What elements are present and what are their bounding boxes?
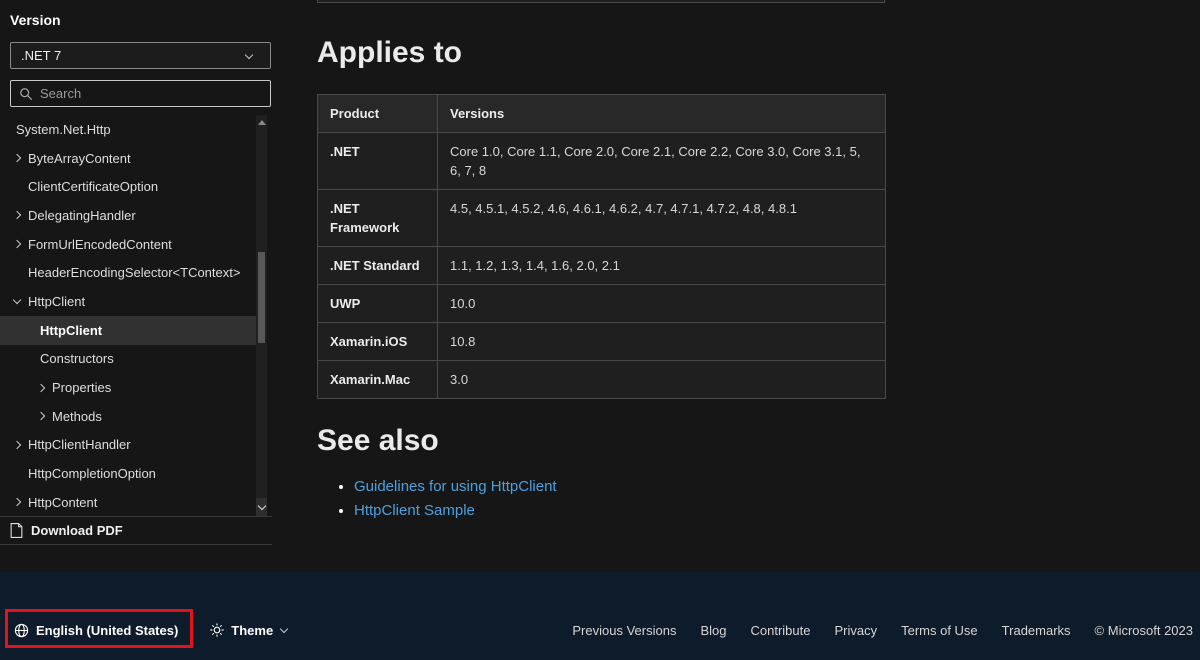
search-icon xyxy=(20,87,33,100)
sidebar-item-bytearraycontent[interactable]: ByteArrayContent xyxy=(0,144,256,173)
search-box xyxy=(10,80,271,107)
terms-of-use-link[interactable]: Terms of Use xyxy=(901,623,978,638)
main-content: Applies to Product Versions .NET Core 1.… xyxy=(317,0,886,565)
search-input[interactable] xyxy=(40,86,262,101)
chevron-down-icon xyxy=(281,628,287,632)
table-row: .NET Standard 1.1, 1.2, 1.3, 1.4, 1.6, 2… xyxy=(317,246,886,285)
product-cell: UWP xyxy=(317,284,438,323)
footer-row: English (United States) Theme Previous V… xyxy=(0,610,1200,650)
sidebar-item-formurlencodedcontent[interactable]: FormUrlEncodedContent xyxy=(0,230,256,259)
copyright-text: © Microsoft 2023 xyxy=(1094,622,1193,638)
contribute-link[interactable]: Contribute xyxy=(750,623,810,638)
sidebar: Version .NET 7 System.Net.Http ByteArray… xyxy=(0,0,280,560)
see-also-heading: See also xyxy=(317,424,439,457)
versions-cell: 4.5, 4.5.1, 4.5.2, 4.6, 4.6.1, 4.6.2, 4.… xyxy=(437,189,886,247)
versions-cell: 1.1, 1.2, 1.3, 1.4, 1.6, 2.0, 2.1 xyxy=(437,246,886,285)
tree-scrollbar[interactable] xyxy=(256,115,267,516)
theme-selector[interactable]: Theme xyxy=(210,623,287,638)
blog-link[interactable]: Blog xyxy=(700,623,726,638)
sidebar-item-clientcertificateoption[interactable]: ClientCertificateOption xyxy=(0,172,256,201)
chevron-right-icon xyxy=(14,212,28,218)
httpclient-sample-link[interactable]: HttpClient Sample xyxy=(354,502,475,519)
product-cell: Xamarin.iOS xyxy=(317,322,438,361)
versions-cell: 10.8 xyxy=(437,322,886,361)
sidebar-item-constructors[interactable]: Constructors xyxy=(0,345,256,374)
column-header-product: Product xyxy=(317,94,438,133)
sidebar-item-httpclient[interactable]: HttpClient xyxy=(0,287,256,316)
chevron-right-icon xyxy=(14,241,28,247)
scroll-down-icon[interactable] xyxy=(256,498,267,516)
table-row: Xamarin.Mac 3.0 xyxy=(317,360,886,399)
product-cell: .NET Standard xyxy=(317,246,438,285)
list-item: HttpClient Sample xyxy=(354,502,557,519)
column-header-versions: Versions xyxy=(437,94,886,133)
version-dropdown[interactable]: .NET 7 xyxy=(10,42,271,69)
trademarks-link[interactable]: Trademarks xyxy=(1002,623,1071,638)
product-cell: Xamarin.Mac xyxy=(317,360,438,399)
table-row: Xamarin.iOS 10.8 xyxy=(317,322,886,361)
language-selector[interactable]: English (United States) xyxy=(14,623,178,638)
chevron-right-icon xyxy=(14,155,28,161)
sidebar-item-properties[interactable]: Properties xyxy=(0,373,256,402)
version-dropdown-value: .NET 7 xyxy=(21,48,62,63)
sun-icon xyxy=(210,623,224,637)
sidebar-item-headerencodingselector[interactable]: HeaderEncodingSelector<TContext> xyxy=(0,258,256,287)
theme-label: Theme xyxy=(231,622,274,638)
table-row: UWP 10.0 xyxy=(317,284,886,323)
product-cell: .NET Framework xyxy=(317,189,438,247)
chevron-right-icon xyxy=(38,413,52,419)
language-label: English (United States) xyxy=(36,622,179,638)
sidebar-item-httpclient-overview[interactable]: HttpClient xyxy=(0,315,256,345)
sidebar-item-httpcontent[interactable]: HttpContent xyxy=(0,488,256,516)
chevron-down-icon xyxy=(14,299,28,303)
see-also-list: Guidelines for using HttpClient HttpClie… xyxy=(317,478,557,526)
version-label: Version xyxy=(10,12,61,28)
previous-versions-link[interactable]: Previous Versions xyxy=(572,623,676,638)
versions-cell: 10.0 xyxy=(437,284,886,323)
table-row: .NET Core 1.0, Core 1.1, Core 2.0, Core … xyxy=(317,132,886,190)
sidebar-item-methods[interactable]: Methods xyxy=(0,402,256,431)
table-row: .NET Framework 4.5, 4.5.1, 4.5.2, 4.6, 4… xyxy=(317,189,886,247)
chevron-down-icon xyxy=(246,54,260,58)
chevron-right-icon xyxy=(38,385,52,391)
footer: English (United States) Theme Previous V… xyxy=(0,572,1200,660)
footer-links: Previous Versions Blog Contribute Privac… xyxy=(572,623,1193,638)
sidebar-item-httpclienthandler[interactable]: HttpClientHandler xyxy=(0,431,256,460)
chevron-right-icon xyxy=(14,442,28,448)
sidebar-item-system-net-http[interactable]: System.Net.Http xyxy=(0,115,256,144)
scrollbar-thumb[interactable] xyxy=(258,252,265,343)
versions-cell: 3.0 xyxy=(437,360,886,399)
sidebar-item-httpcompletionoption[interactable]: HttpCompletionOption xyxy=(0,459,256,488)
applies-to-table: Product Versions .NET Core 1.0, Core 1.1… xyxy=(317,94,886,399)
guidelines-link[interactable]: Guidelines for using HttpClient xyxy=(354,478,557,495)
chevron-right-icon xyxy=(14,499,28,505)
cutoff-element-above xyxy=(317,0,885,3)
product-cell: .NET xyxy=(317,132,438,190)
list-item: Guidelines for using HttpClient xyxy=(354,478,557,495)
download-pdf-button[interactable]: Download PDF xyxy=(0,516,272,545)
scroll-up-icon[interactable] xyxy=(257,120,266,125)
sidebar-item-delegatinghandler[interactable]: DelegatingHandler xyxy=(0,201,256,230)
versions-cell: Core 1.0, Core 1.1, Core 2.0, Core 2.1, … xyxy=(437,132,886,190)
pdf-document-icon xyxy=(10,523,23,538)
applies-to-heading: Applies to xyxy=(317,36,463,69)
privacy-link[interactable]: Privacy xyxy=(834,623,877,638)
api-tree: System.Net.Http ByteArrayContent ClientC… xyxy=(0,115,256,516)
globe-icon xyxy=(14,623,29,637)
table-header-row: Product Versions xyxy=(317,94,886,133)
